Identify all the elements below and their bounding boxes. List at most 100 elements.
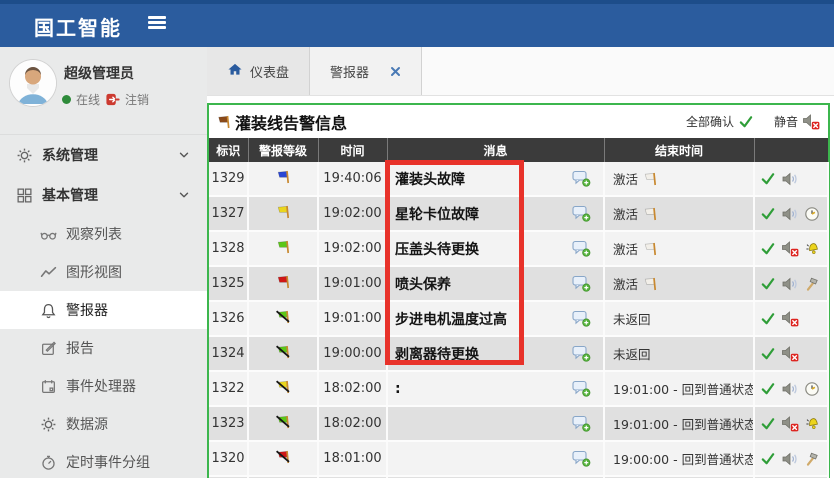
- tab-strip: 仪表盘 警报器: [207, 47, 834, 96]
- check-icon[interactable]: [760, 346, 776, 361]
- ack-all-check-icon[interactable]: [738, 114, 754, 129]
- ack-all-button[interactable]: 全部确认: [686, 113, 754, 130]
- speaker-on-icon[interactable]: [781, 381, 799, 397]
- tab-close-icon[interactable]: [390, 66, 401, 77]
- alarm-end-status: 19:00:00 - 回到普通状态: [613, 449, 754, 468]
- alarm-message: 灌装头故障: [395, 169, 572, 189]
- add-comment-icon[interactable]: [572, 415, 591, 432]
- check-icon[interactable]: [760, 451, 776, 466]
- bell-alert-icon[interactable]: [804, 416, 821, 432]
- alarm-message: 星轮卡位故障: [395, 204, 572, 224]
- check-icon[interactable]: [760, 276, 776, 291]
- sidebar-item-2[interactable]: 观察列表: [0, 215, 207, 253]
- alarm-id: 1328: [209, 231, 248, 266]
- add-comment-icon[interactable]: [572, 205, 591, 222]
- alarm-end-cell: 19:01:00 - 回到普通状态: [604, 371, 754, 406]
- tab-label: 仪表盘: [250, 62, 289, 81]
- alarm-time: 18:02:00: [318, 406, 387, 441]
- speaker-on-icon[interactable]: [781, 206, 799, 222]
- add-comment-icon[interactable]: [572, 310, 591, 327]
- alarm-row[interactable]: 1324 19:00:00剥离器待更换 未返回: [209, 336, 828, 371]
- check-icon[interactable]: [760, 311, 776, 326]
- user-card: 超级管理员 在线 注销: [0, 47, 207, 135]
- alarm-row[interactable]: 1328 19:02:00压盖头待更换 激活: [209, 231, 828, 266]
- check-icon[interactable]: [760, 381, 776, 396]
- sidebar-item-label: 观察列表: [66, 224, 122, 244]
- alarm-row[interactable]: 1320 18:01:00 19:00:00 - 回到普通状态: [209, 441, 828, 476]
- alarm-time: 18:02:00: [318, 371, 387, 406]
- logout-label[interactable]: 注销: [125, 91, 149, 108]
- clock-icon[interactable]: [804, 381, 820, 397]
- bell-alert-icon[interactable]: [804, 241, 821, 257]
- check-icon[interactable]: [760, 416, 776, 431]
- flag-yellow-icon: [248, 196, 318, 231]
- user-avatar-image: [10, 60, 56, 106]
- column-header: 警报等级: [248, 138, 318, 162]
- alarm-panel-title: 灌装线告警信息: [215, 110, 347, 134]
- speaker-muted-icon[interactable]: [781, 240, 799, 257]
- alarm-flag-icon: [215, 114, 233, 130]
- sidebar-item-4[interactable]: 警报器: [0, 291, 207, 329]
- speaker-on-icon[interactable]: [781, 276, 799, 292]
- alarm-actions-cell: [754, 371, 828, 406]
- alarm-row[interactable]: 1322 18:02:00: 19:01:00 - 回到普通状态: [209, 371, 828, 406]
- flag-white-icon: [642, 206, 659, 222]
- mute-button[interactable]: 静音: [774, 113, 820, 130]
- sidebar-item-1[interactable]: 基本管理: [0, 175, 207, 215]
- sidebar-item-label: 图形视图: [66, 262, 122, 282]
- alarm-row[interactable]: 1329 19:40:06灌装头故障 激活: [209, 162, 828, 196]
- sidebar-item-7[interactable]: 数据源: [0, 405, 207, 443]
- main-area: 仪表盘 警报器 灌装线告警信息 全部确认 静音: [207, 47, 834, 478]
- alarm-panel-header: 灌装线告警信息 全部确认 静音: [209, 105, 828, 138]
- top-bar: 国工智能: [0, 0, 834, 47]
- alarm-message: 喷头保养: [395, 274, 572, 294]
- alarm-end-cell: 激活: [604, 266, 754, 301]
- speaker-muted-icon[interactable]: [781, 345, 799, 362]
- clock-icon[interactable]: [804, 206, 820, 222]
- column-header: [754, 138, 828, 162]
- speaker-on-icon[interactable]: [781, 451, 799, 467]
- sidebar-item-label: 基本管理: [42, 185, 98, 205]
- alarm-row[interactable]: 1323 18:02:00 19:01:00 - 回到普通状态: [209, 406, 828, 441]
- add-comment-icon[interactable]: [572, 275, 591, 292]
- check-icon[interactable]: [760, 171, 776, 186]
- alarm-row[interactable]: 1327 19:02:00星轮卡位故障 激活: [209, 196, 828, 231]
- chevron-down-icon[interactable]: [177, 148, 191, 162]
- logout-icon[interactable]: [105, 92, 120, 107]
- speaker-on-icon[interactable]: [781, 171, 799, 187]
- alarm-row[interactable]: 1325 19:01:00喷头保养 激活: [209, 266, 828, 301]
- alarm-time: 19:00:00: [318, 336, 387, 371]
- speaker-muted-icon[interactable]: [781, 310, 799, 327]
- hammer-icon[interactable]: [804, 276, 820, 292]
- add-comment-icon[interactable]: [572, 450, 591, 467]
- sidebar-item-8[interactable]: 定时事件分组: [0, 443, 207, 478]
- sidebar-item-label: 事件处理器: [66, 376, 136, 396]
- mute-speaker-icon[interactable]: [802, 113, 820, 130]
- chevron-down-icon[interactable]: [177, 188, 191, 202]
- tab-0[interactable]: 仪表盘: [207, 47, 310, 95]
- edit-icon: [40, 340, 57, 357]
- add-comment-icon[interactable]: [572, 240, 591, 257]
- add-comment-icon[interactable]: [572, 345, 591, 362]
- alarm-message-cell: 星轮卡位故障: [387, 196, 604, 231]
- sidebar-item-0[interactable]: 系统管理: [0, 135, 207, 175]
- alarm-id: 1329: [209, 162, 248, 196]
- alarm-actions-cell: [754, 406, 828, 441]
- tab-1[interactable]: 警报器: [310, 47, 422, 95]
- alarm-time: 19:02:00: [318, 231, 387, 266]
- alarm-time: 19:02:00: [318, 196, 387, 231]
- check-icon[interactable]: [760, 206, 776, 221]
- alarm-end-status: 未返回: [613, 344, 651, 363]
- alarm-end-status: 未返回: [613, 309, 651, 328]
- check-icon[interactable]: [760, 241, 776, 256]
- alarm-row[interactable]: 1326 19:01:00步进电机温度过高 未返回: [209, 301, 828, 336]
- add-comment-icon[interactable]: [572, 380, 591, 397]
- hamburger-menu-icon[interactable]: [148, 16, 166, 30]
- alarm-message-cell: 灌装头故障: [387, 162, 604, 196]
- sidebar-item-6[interactable]: 事件处理器: [0, 367, 207, 405]
- sidebar-item-3[interactable]: 图形视图: [0, 253, 207, 291]
- hammer-icon[interactable]: [804, 451, 820, 467]
- add-comment-icon[interactable]: [572, 170, 591, 187]
- sidebar-item-5[interactable]: 报告: [0, 329, 207, 367]
- speaker-muted-icon[interactable]: [781, 415, 799, 432]
